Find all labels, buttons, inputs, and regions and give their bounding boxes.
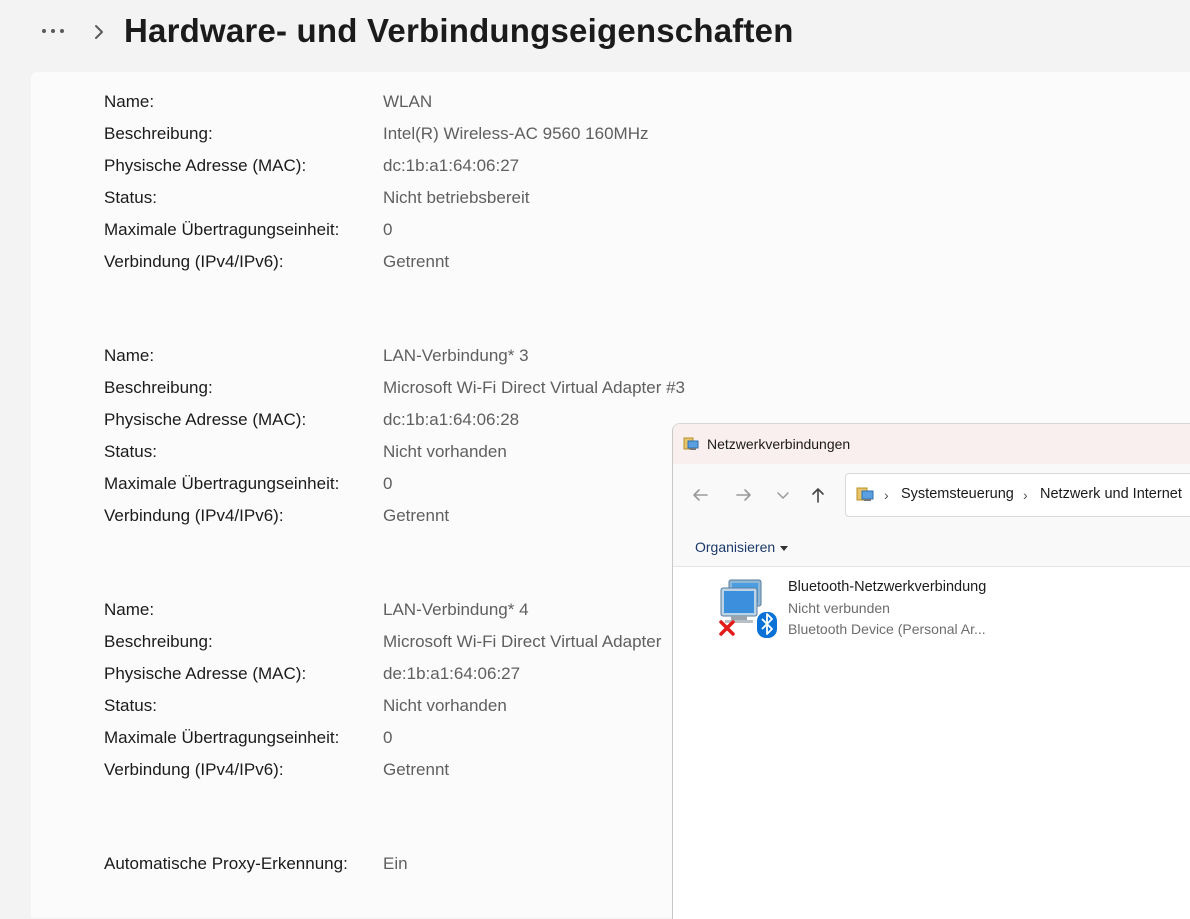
property-label: Beschreibung: [104,632,213,651]
page-title: Hardware- und Verbindungseigenschaften [124,12,794,49]
property-value: Ein [383,854,408,873]
property-value: dc:1b:a1:64:06:28 [383,410,520,429]
bluetooth-icon [757,612,777,638]
property-label: Status: [104,696,157,715]
property-label: Name: [104,92,155,111]
back-arrow-icon [693,489,708,501]
property-value: Microsoft Wi-Fi Direct Virtual Adapter #… [383,378,685,397]
property-label: Status: [104,442,157,461]
forward-button[interactable] [733,484,755,506]
recent-locations-button[interactable] [772,484,794,506]
network-connections-icon [683,437,699,450]
property-value: Nicht vorhanden [383,442,507,461]
command-bar: Organisieren [673,526,1190,567]
window-title: Netzwerkverbindungen [707,436,851,452]
property-label: Physische Adresse (MAC): [104,410,307,429]
property-label: Name: [104,600,155,619]
property-value: LAN-Verbindung* 4 [383,600,529,619]
property-label: Beschreibung: [104,378,213,397]
connection-status: Nicht verbunden [788,600,890,616]
up-button[interactable] [807,484,829,506]
connection-item-bluetooth[interactable]: Bluetooth-Netzwerkverbindung Nicht verbu… [719,576,1159,648]
property-label: Name: [104,346,155,365]
control-panel-icon [856,487,874,501]
recent-chevron-icon [777,492,789,499]
page-header: Hardware- und Verbindungseigenschaften [0,0,1190,72]
property-label: Beschreibung: [104,124,213,143]
property-value: Intel(R) Wireless-AC 9560 160MHz [383,124,649,143]
property-label: Automatische Proxy-Erkennung: [104,854,348,873]
breadcrumb-separator-icon: › [1023,487,1028,503]
breadcrumb-netzwerk-und-internet[interactable]: Netzwerk und Internet [1040,486,1182,502]
property-value: de:1b:a1:64:06:27 [383,664,521,683]
property-label: Maximale Übertragungseinheit: [104,220,340,239]
dropdown-caret-icon [780,545,789,551]
property-label: Verbindung (IPv4/IPv6): [104,506,284,525]
connection-name: Bluetooth-Netzwerkverbindung [788,579,987,595]
network-adapter-icon [719,579,777,638]
property-value: Getrennt [383,506,450,525]
window-titlebar[interactable]: Netzwerkverbindungen [673,424,1190,464]
property-value: Nicht vorhanden [383,696,507,715]
disconnected-x-icon [719,620,735,636]
property-label: Verbindung (IPv4/IPv6): [104,760,284,779]
property-label: Maximale Übertragungseinheit: [104,474,340,493]
back-button[interactable] [689,484,711,506]
navigation-bar: › Systemsteuerung › Netzwerk und Interne… [673,464,1190,526]
property-label: Status: [104,188,157,207]
property-value: 0 [383,220,393,239]
property-value: 0 [383,474,393,493]
network-connections-window[interactable]: Netzwerkverbindungen › Systemsteuerung ›… [672,423,1190,919]
property-value: LAN-Verbindung* 3 [383,346,529,365]
up-arrow-icon [812,488,824,503]
property-label: Physische Adresse (MAC): [104,664,307,683]
organize-label: Organisieren [695,539,776,555]
more-options-icon[interactable] [36,18,70,44]
property-value: dc:1b:a1:64:06:27 [383,156,520,175]
property-value: WLAN [383,92,433,111]
breadcrumb-systemsteuerung[interactable]: Systemsteuerung [901,486,1014,502]
property-value: Getrennt [383,252,450,271]
property-value: Getrennt [383,760,450,779]
property-value: 0 [383,728,393,747]
organize-menu-button[interactable]: Organisieren [695,539,789,555]
property-label: Physische Adresse (MAC): [104,156,307,175]
property-label: Verbindung (IPv4/IPv6): [104,252,284,271]
forward-arrow-icon [736,489,751,501]
address-bar[interactable]: › Systemsteuerung › Netzwerk und Interne… [845,473,1190,517]
property-label: Maximale Übertragungseinheit: [104,728,340,747]
property-value: Nicht betriebsbereit [383,188,530,207]
breadcrumb-separator-icon: › [884,487,889,503]
property-value: Microsoft Wi-Fi Direct Virtual Adapter [383,632,662,651]
connection-device: Bluetooth Device (Personal Ar... [788,621,986,637]
breadcrumb-chevron-icon [95,25,103,39]
